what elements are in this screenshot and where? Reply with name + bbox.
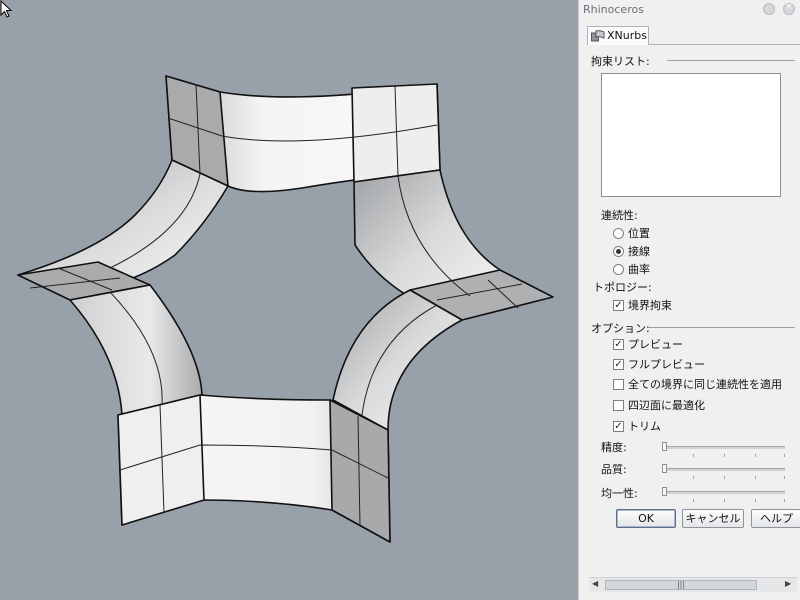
- topology-label: トポロジー:: [593, 281, 652, 294]
- viewport-perspective[interactable]: [0, 0, 578, 600]
- full-preview-label: フルプレビュー: [628, 358, 705, 371]
- tab-xnurbs[interactable]: XNurbs: [587, 26, 649, 45]
- settings-icon[interactable]: [763, 3, 775, 15]
- scrollbar-thumb[interactable]: |||: [605, 580, 757, 590]
- radio-tangent-label: 接線: [628, 245, 650, 258]
- slider-tick: [755, 499, 756, 502]
- preview-label: プレビュー: [628, 338, 683, 351]
- option-preview[interactable]: ✓ プレビュー: [613, 336, 683, 352]
- horizontal-scrollbar[interactable]: ◀ ||| ▶: [589, 577, 797, 592]
- radio-position[interactable]: [613, 227, 624, 239]
- same-continuity-checkbox[interactable]: [613, 378, 624, 390]
- slider-tick: [724, 454, 725, 457]
- continuity-option-curvature[interactable]: 曲率: [613, 261, 650, 277]
- quality-label: 品質:: [601, 463, 627, 476]
- surface-model: [17, 75, 554, 543]
- preview-checkbox[interactable]: ✓: [613, 338, 624, 350]
- options-label: オプション:: [591, 322, 650, 335]
- four-sided-checkbox[interactable]: [613, 399, 624, 411]
- boundary-constraint-checkbox[interactable]: ✓: [613, 299, 624, 311]
- same-continuity-label: 全ての境界に同じ連続性を適用: [628, 378, 782, 391]
- xnurbs-panel: Rhinoceros × XNurbs 拘束リスト: 連続性: 位置 接線 曲率…: [578, 0, 800, 600]
- help-button[interactable]: ヘルプ: [751, 509, 800, 528]
- option-four-sided[interactable]: 四辺面に最適化: [613, 397, 705, 413]
- trim-label: トリム: [628, 420, 661, 433]
- scroll-right-icon[interactable]: ▶: [785, 579, 791, 588]
- cancel-button[interactable]: キャンセル: [682, 509, 744, 528]
- slider-tick: [755, 476, 756, 479]
- window-title: Rhinoceros: [583, 3, 644, 16]
- uniformity-label: 均一性:: [601, 487, 638, 500]
- uniformity-slider-thumb[interactable]: [662, 487, 667, 496]
- boundary-constraint-option[interactable]: ✓ 境界拘束: [613, 297, 672, 313]
- slider-tick: [724, 499, 725, 502]
- slider-tick: [784, 499, 785, 502]
- slider-tick: [724, 476, 725, 479]
- uniformity-slider[interactable]: [665, 491, 785, 494]
- close-icon[interactable]: ×: [783, 2, 795, 15]
- continuity-option-position[interactable]: 位置: [613, 225, 650, 241]
- ok-button[interactable]: OK: [616, 509, 676, 528]
- constraint-list-label: 拘束リスト:: [591, 55, 650, 68]
- radio-position-label: 位置: [628, 227, 650, 240]
- precision-slider[interactable]: [665, 446, 785, 449]
- radio-curvature-label: 曲率: [628, 263, 650, 276]
- constraint-listbox[interactable]: [601, 73, 781, 197]
- scroll-left-icon[interactable]: ◀: [592, 579, 598, 588]
- slider-tick: [784, 476, 785, 479]
- radio-curvature[interactable]: [613, 263, 624, 275]
- slider-tick: [693, 454, 694, 457]
- option-full-preview[interactable]: ✓ フルプレビュー: [613, 356, 705, 372]
- trim-checkbox[interactable]: ✓: [613, 420, 624, 432]
- slider-tick: [693, 476, 694, 479]
- section-divider: [667, 60, 795, 61]
- slider-tick: [784, 454, 785, 457]
- continuity-option-tangent[interactable]: 接線: [613, 243, 650, 259]
- tab-label: XNurbs: [607, 29, 647, 42]
- option-trim[interactable]: ✓ トリム: [613, 418, 661, 434]
- precision-slider-thumb[interactable]: [662, 442, 667, 451]
- slider-tick: [693, 499, 694, 502]
- boundary-constraint-label: 境界拘束: [628, 299, 672, 312]
- slider-tick: [755, 454, 756, 457]
- section-divider: [649, 327, 795, 328]
- four-sided-label: 四辺面に最適化: [628, 399, 705, 412]
- quality-slider[interactable]: [665, 468, 785, 471]
- xnurbs-tab-icon: [591, 30, 605, 42]
- radio-tangent[interactable]: [613, 245, 624, 257]
- option-same-continuity[interactable]: 全ての境界に同じ連続性を適用: [613, 376, 782, 392]
- quality-slider-thumb[interactable]: [662, 464, 667, 473]
- continuity-label: 連続性:: [601, 209, 638, 222]
- mouse-cursor-icon: [0, 0, 13, 18]
- precision-label: 精度:: [601, 441, 627, 454]
- full-preview-checkbox[interactable]: ✓: [613, 358, 624, 370]
